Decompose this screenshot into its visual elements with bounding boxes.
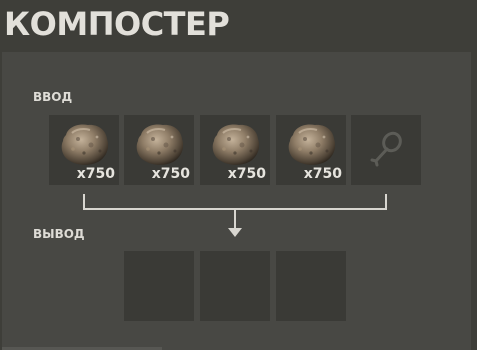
output-slot-3[interactable]	[276, 251, 346, 321]
output-slot-2[interactable]	[200, 251, 270, 321]
output-section-label: ВЫВОД	[33, 227, 85, 241]
arrow-down-icon	[228, 228, 242, 237]
page-title: КОМПОСТЕР	[4, 5, 230, 43]
output-slot-1[interactable]	[124, 251, 194, 321]
composter-panel: ВВОД x750 x750 x750 x750 ВЫВОД	[2, 52, 471, 350]
